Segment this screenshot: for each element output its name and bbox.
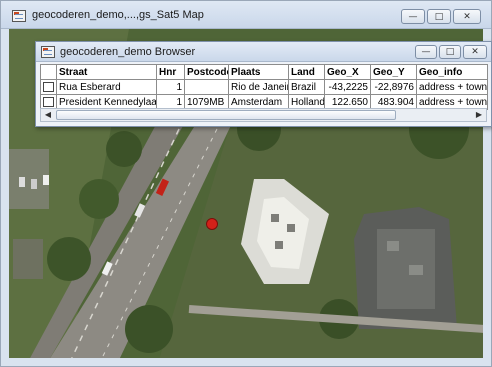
column-header-geo-x[interactable]: Geo_X bbox=[324, 64, 371, 80]
map-marker-icon[interactable] bbox=[206, 218, 218, 230]
app-window-icon bbox=[41, 46, 55, 58]
cell-geo-x[interactable]: -43,2225 bbox=[324, 79, 371, 95]
map-close-button[interactable]: ✕ bbox=[453, 9, 481, 24]
row-selector-header bbox=[40, 64, 57, 80]
browser-table: Straat Hnr Postcode Plaats Land Geo_X Ge… bbox=[40, 64, 488, 110]
cell-postcode[interactable] bbox=[184, 79, 229, 95]
cell-straat[interactable]: Rua Esberard bbox=[56, 79, 157, 95]
column-header-hnr[interactable]: Hnr bbox=[156, 64, 185, 80]
row-selector[interactable] bbox=[40, 79, 57, 95]
table-header-row: Straat Hnr Postcode Plaats Land Geo_X Ge… bbox=[40, 64, 488, 80]
map-minimize-button[interactable]: — bbox=[401, 9, 425, 24]
table-row[interactable]: Rua Esberard 1 Rio de Janeiro Brazil -43… bbox=[40, 79, 488, 95]
cell-geo-y[interactable]: -22,8976 bbox=[370, 79, 417, 95]
browser-close-button[interactable]: ✕ bbox=[463, 45, 487, 59]
browser-maximize-button[interactable]: □ bbox=[439, 45, 461, 59]
browser-minimize-button[interactable]: — bbox=[415, 45, 437, 59]
column-header-geo-y[interactable]: Geo_Y bbox=[370, 64, 417, 80]
map-window-title: geocoderen_demo,...,gs_Sat5 Map bbox=[32, 9, 204, 21]
cell-hnr[interactable]: 1 bbox=[156, 79, 185, 95]
column-header-straat[interactable]: Straat bbox=[56, 64, 157, 80]
app-window-icon bbox=[12, 10, 26, 22]
browser-titlebar[interactable]: geocoderen_demo Browser — □ ✕ bbox=[36, 42, 491, 62]
scroll-right-arrow-icon[interactable]: ▶ bbox=[472, 109, 486, 121]
horizontal-scrollbar[interactable]: ◀ ▶ bbox=[40, 108, 487, 122]
browser-window: geocoderen_demo Browser — □ ✕ Straat Hnr… bbox=[35, 41, 492, 127]
scrollbar-thumb[interactable] bbox=[56, 110, 396, 120]
cell-land[interactable]: Brazil bbox=[288, 79, 325, 95]
column-header-land[interactable]: Land bbox=[288, 64, 325, 80]
cell-plaats[interactable]: Rio de Janeiro bbox=[228, 79, 289, 95]
column-header-geo-info[interactable]: Geo_info bbox=[416, 64, 488, 80]
browser-window-title: geocoderen_demo Browser bbox=[60, 46, 196, 58]
map-titlebar[interactable]: geocoderen_demo,...,gs_Sat5 Map — □ ✕ bbox=[1, 1, 491, 29]
cell-geo-info[interactable]: address + town bbox=[416, 79, 488, 95]
scroll-left-arrow-icon[interactable]: ◀ bbox=[41, 109, 55, 121]
column-header-postcode[interactable]: Postcode bbox=[184, 64, 229, 80]
map-maximize-button[interactable]: □ bbox=[427, 9, 451, 24]
column-header-plaats[interactable]: Plaats bbox=[228, 64, 289, 80]
